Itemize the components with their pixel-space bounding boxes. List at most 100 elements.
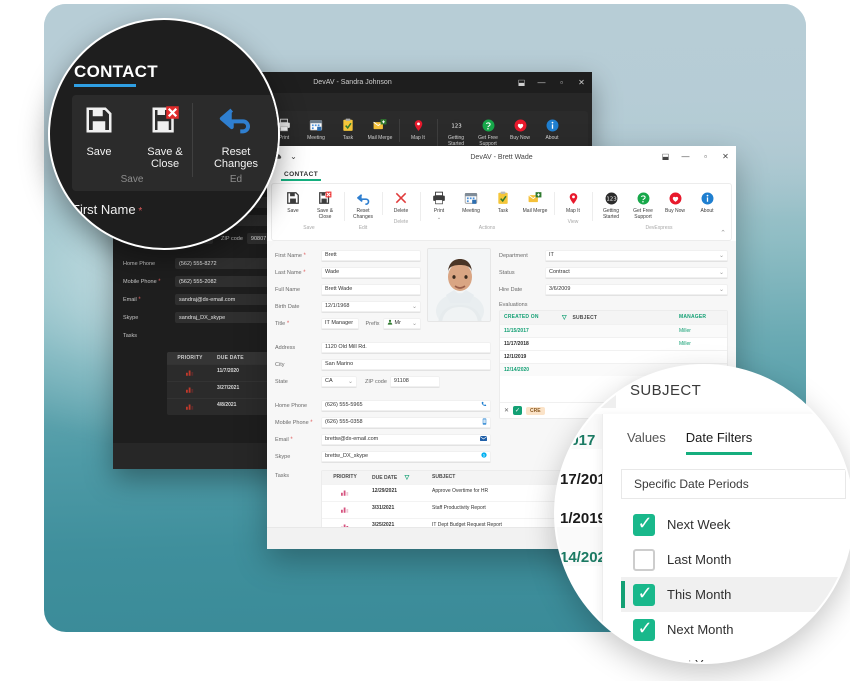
minimize-button[interactable]: — [537, 79, 546, 87]
about-button[interactable]: About [537, 115, 567, 143]
filter-field-chip[interactable]: CRE [526, 407, 545, 415]
skype-field[interactable]: brettw_DX_skype S [321, 451, 491, 463]
column-due-date[interactable]: DUE DATE [213, 352, 269, 364]
print-button[interactable]: Print ⌄ [424, 188, 454, 222]
checkbox[interactable] [633, 514, 655, 536]
close-button[interactable]: ✕ [721, 153, 730, 161]
chevron-down-icon[interactable]: ⌄ [719, 286, 724, 293]
mail-merge-button[interactable]: Mail Merge [520, 188, 550, 216]
zip-field[interactable]: 91108 [390, 376, 440, 388]
task-button[interactable]: Task [488, 188, 518, 216]
magnified-save-close-button[interactable]: Save & Close [140, 105, 190, 170]
meeting-button[interactable]: Meeting [456, 188, 486, 216]
ribbon-display-icon[interactable]: ⬓ [661, 153, 670, 161]
checkbox[interactable] [633, 654, 655, 665]
magnified-specific-date-periods-select[interactable]: Specific Date Periods [621, 469, 846, 499]
tab-values[interactable]: Values [627, 430, 666, 455]
email-field[interactable]: brettw@dx-email.com [321, 434, 491, 446]
column-manager[interactable]: MANAGER [675, 311, 727, 324]
funnel-icon[interactable] [578, 372, 616, 408]
phone-icon[interactable] [481, 401, 487, 409]
table-row[interactable]: 11/15/2017 Miller [500, 324, 727, 337]
magnified-reset-changes-button[interactable]: Reset Changes [211, 105, 261, 170]
quick-access-chevron-icon[interactable]: ⌄ [289, 153, 298, 161]
checkbox[interactable] [633, 584, 655, 606]
skype-icon[interactable]: S [481, 452, 487, 460]
chevron-down-icon[interactable]: ⌄ [437, 216, 441, 220]
column-priority[interactable]: PRIORITY [322, 471, 368, 484]
magnified-column-subject[interactable]: SUBJECT [630, 382, 701, 399]
reset-changes-button[interactable]: Reset Changes [348, 188, 378, 222]
first-name-field[interactable]: Brett [321, 250, 421, 262]
about-button[interactable]: About [692, 188, 722, 216]
full-name-field[interactable]: Brett Wade [321, 284, 421, 296]
city-field[interactable]: San Marino [321, 359, 491, 371]
table-row[interactable]: 12/1/2019 [500, 350, 727, 363]
get-free-support-button[interactable]: Get Free Support [473, 115, 503, 149]
skype-value: brettw_DX_skype [325, 453, 368, 459]
tab-date-filters[interactable]: Date Filters [686, 430, 752, 455]
task-button[interactable]: Task [333, 115, 363, 143]
magnified-save-button[interactable]: Save [74, 105, 124, 170]
option-last-year[interactable]: Last Year [621, 647, 850, 664]
column-created-on[interactable]: CREATED ON [500, 311, 558, 324]
save-button[interactable]: Save [278, 188, 308, 216]
hire-date-field[interactable]: 3/6/2009 ⌄ [545, 284, 728, 296]
ribbon-display-icon[interactable]: ⬓ [517, 79, 526, 87]
state-field[interactable]: CA ⌄ [321, 376, 357, 388]
checkbox[interactable] [633, 549, 655, 571]
magnified-date-period-options[interactable]: Next Week Last Month This Month Next Mon… [621, 507, 850, 664]
column-due-date[interactable]: DUE DATE ▽ [368, 471, 428, 484]
column-priority[interactable]: PRIORITY [167, 352, 213, 364]
save-close-button[interactable]: Save & Close [310, 188, 340, 222]
chevron-down-icon[interactable]: ⌄ [719, 252, 724, 259]
filter-enabled-checkbox[interactable]: ✓ [513, 406, 522, 415]
chevron-down-icon[interactable]: ⌄ [412, 303, 417, 310]
table-row[interactable]: 11/17/2018 Miller [500, 337, 727, 350]
address-field[interactable]: 1120 Old Mill Rd. [321, 342, 491, 354]
map-it-button[interactable]: Map It [403, 115, 433, 143]
light-window-titlebar[interactable]: ⌄ DevAV - Brett Wade ⬓ — ▫ ✕ [267, 146, 736, 168]
home-phone-field[interactable]: (626) 555-5965 [321, 400, 491, 412]
title-field[interactable]: IT Manager [321, 318, 359, 330]
meeting-button[interactable]: Meeting [301, 115, 331, 143]
column-subject[interactable]: ▽ SUBJECT [558, 311, 675, 324]
option-last-month[interactable]: Last Month [621, 542, 850, 577]
maximize-button[interactable]: ▫ [557, 79, 566, 87]
close-button[interactable]: ✕ [577, 79, 586, 87]
email-icon[interactable] [480, 436, 487, 443]
buy-now-button[interactable]: Buy Now [660, 188, 690, 216]
birth-date-field[interactable]: 12/1/1968 ⌄ [321, 301, 421, 313]
mail-merge-button[interactable]: Mail Merge [365, 115, 395, 143]
department-field[interactable]: IT ⌄ [545, 250, 728, 262]
mail-merge-label: Mail Merge [523, 208, 548, 214]
checkbox[interactable] [633, 619, 655, 641]
option-this-month[interactable]: This Month [621, 577, 850, 612]
buy-now-button[interactable]: Buy Now [505, 115, 535, 143]
status-field[interactable]: Contract ⌄ [545, 267, 728, 279]
light-ribbon-tabs[interactable]: CONTACT [267, 168, 736, 181]
collapse-ribbon-icon[interactable]: ⌃ [720, 229, 726, 237]
map-it-button[interactable]: Map It [558, 188, 588, 216]
get-free-support-button[interactable]: Get Free Support [628, 188, 658, 222]
funnel-icon[interactable]: ▽ [562, 315, 567, 321]
funnel-icon[interactable]: ▽ [405, 475, 410, 481]
option-next-week[interactable]: Next Week [621, 507, 850, 542]
minimize-button[interactable]: — [681, 153, 690, 161]
option-next-month[interactable]: Next Month [621, 612, 850, 647]
maximize-button[interactable]: ▫ [701, 153, 710, 161]
getting-started-button[interactable]: 123 Getting Started [441, 115, 471, 149]
magnified-popup-tabs[interactable]: Values Date Filters [603, 414, 850, 455]
chevron-down-icon[interactable]: ⌄ [412, 320, 417, 327]
tab-contact[interactable]: CONTACT [281, 171, 321, 181]
mobile-icon[interactable] [482, 418, 487, 427]
delete-button[interactable]: Delete [386, 188, 416, 216]
clear-filter-icon[interactable]: ✕ [504, 407, 509, 414]
chevron-down-icon[interactable]: ⌄ [719, 269, 724, 276]
chevron-down-icon[interactable]: ⌄ [348, 378, 353, 385]
prefix-field[interactable]: Mr ⌄ [383, 318, 421, 330]
getting-started-button[interactable]: 123 Getting Started [596, 188, 626, 222]
last-name-field[interactable]: Wade [321, 267, 421, 279]
magnified-filter-popup[interactable]: Values Date Filters Specific Date Period… [602, 414, 850, 664]
mobile-phone-field[interactable]: (626) 555-0358 [321, 417, 491, 429]
